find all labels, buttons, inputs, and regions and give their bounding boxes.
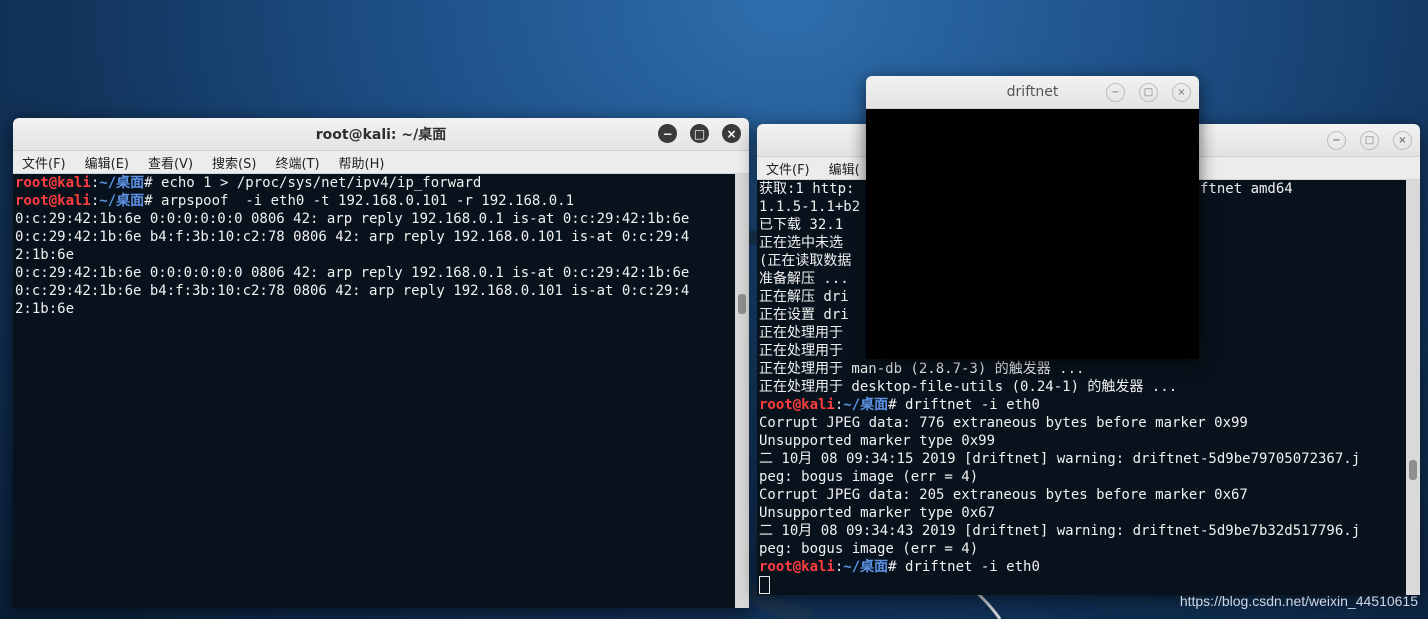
terminal-line — [759, 576, 1406, 594]
text-cursor — [759, 576, 770, 594]
minimize-button[interactable]: − — [658, 124, 677, 143]
maximize-button[interactable]: □ — [1360, 131, 1379, 150]
scrollbar-thumb[interactable] — [1409, 460, 1417, 480]
terminal-line: 0:c:29:42:1b:6e b4:f:3b:10:c2:78 0806 42… — [15, 229, 690, 245]
maximize-button[interactable]: □ — [690, 124, 709, 143]
terminal-line: root@kali:~/桌面# driftnet -i eth0 — [759, 396, 1406, 414]
minimize-button[interactable]: − — [1106, 83, 1125, 102]
command-text: # driftnet -i eth0 — [888, 397, 1040, 413]
prompt-user: root@kali — [759, 559, 835, 575]
prompt-user: root@kali — [15, 175, 91, 191]
close-button[interactable]: × — [1393, 131, 1412, 150]
menu-edit[interactable]: 编辑(E) — [84, 153, 130, 172]
terminal-line: 0:c:29:42:1b:6e b4:f:3b:10:c2:78 0806 42… — [15, 283, 690, 299]
minimize-button[interactable]: − — [1327, 131, 1346, 150]
prompt-path: ~/桌面 — [843, 397, 889, 413]
terminal-line: peg: bogus image (err = 4) — [759, 469, 979, 485]
close-icon: × — [1398, 134, 1407, 146]
menu-help[interactable]: 帮助(H) — [338, 153, 386, 172]
terminal-line: 二 10月 08 09:34:15 2019 [driftnet] warnin… — [759, 451, 1361, 467]
terminal-line: Corrupt JPEG data: 776 extraneous bytes … — [759, 415, 1248, 431]
terminal-line: 正在处理用于 desktop-file-utils (0.24-1) 的触发器 … — [759, 379, 1178, 395]
minimize-icon: − — [662, 126, 673, 141]
terminal-line: root@kali:~/桌面# echo 1 > /proc/sys/net/i… — [15, 174, 735, 192]
terminal-line: 正在处理用于 man-db (2.8.7-3) 的触发器 ... — [759, 361, 1085, 377]
menu-search[interactable]: 搜索(S) — [211, 153, 257, 172]
close-icon: × — [1177, 86, 1186, 98]
menu-terminal[interactable]: 终端(T) — [274, 153, 320, 172]
command-text: # arpspoof -i eth0 -t 192.168.0.101 -r 1… — [144, 193, 575, 209]
maximize-button[interactable]: □ — [1139, 83, 1158, 102]
left-terminal-window: root@kali: ~/桌面 − □ × 文件(F) 编辑(E) 查看(V) … — [13, 118, 749, 608]
menu-file[interactable]: 文件(F) — [21, 153, 67, 172]
terminal-line: Corrupt JPEG data: 205 extraneous bytes … — [759, 487, 1248, 503]
minimize-icon: − — [1111, 86, 1120, 98]
left-terminal-scrollbar[interactable] — [735, 174, 749, 608]
maximize-icon: □ — [1364, 134, 1375, 146]
menu-file[interactable]: 文件(F) — [765, 159, 811, 178]
scrollbar-thumb[interactable] — [738, 294, 746, 314]
driftnet-image-area[interactable] — [866, 109, 1199, 359]
prompt-path: ~/桌面 — [99, 175, 145, 191]
command-text: # driftnet -i eth0 — [888, 559, 1040, 575]
minimize-icon: − — [1332, 134, 1341, 146]
driftnet-window: driftnet − □ × — [866, 76, 1199, 359]
terminal-line: peg: bogus image (err = 4) — [759, 541, 979, 557]
terminal-line: 0:c:29:42:1b:6e 0:0:0:0:0:0 0806 42: arp… — [15, 211, 690, 227]
prompt-path: ~/桌面 — [99, 193, 145, 209]
prompt-user: root@kali — [759, 397, 835, 413]
terminal-line: Unsupported marker type 0x67 — [759, 505, 996, 521]
terminal-line: Unsupported marker type 0x99 — [759, 433, 996, 449]
left-terminal-titlebar[interactable]: root@kali: ~/桌面 − □ × — [13, 118, 749, 151]
prompt-path: ~/桌面 — [843, 559, 889, 575]
terminal-line: 2:1b:6e — [15, 247, 75, 263]
menu-view[interactable]: 查看(V) — [147, 153, 194, 172]
terminal-line: 2:1b:6e — [15, 301, 75, 317]
menu-edit[interactable]: 编辑( — [828, 159, 861, 178]
maximize-icon: □ — [1143, 86, 1154, 98]
close-icon: × — [726, 126, 737, 141]
right-terminal-scrollbar[interactable] — [1406, 180, 1420, 595]
maximize-icon: □ — [693, 126, 706, 141]
command-text: # echo 1 > /proc/sys/net/ipv4/ip_forward — [144, 175, 482, 191]
window-title: root@kali: ~/桌面 — [315, 127, 447, 143]
left-terminal-menubar: 文件(F) 编辑(E) 查看(V) 搜索(S) 终端(T) 帮助(H) — [13, 151, 749, 174]
terminal-line: root@kali:~/桌面# arpspoof -i eth0 -t 192.… — [15, 192, 735, 210]
prompt-user: root@kali — [15, 193, 91, 209]
left-terminal-output[interactable]: root@kali:~/桌面# echo 1 > /proc/sys/net/i… — [13, 174, 735, 608]
terminal-line: 二 10月 08 09:34:43 2019 [driftnet] warnin… — [759, 523, 1361, 539]
window-title: driftnet — [1006, 84, 1059, 100]
terminal-line: 0:c:29:42:1b:6e 0:0:0:0:0:0 0806 42: arp… — [15, 265, 690, 281]
driftnet-titlebar[interactable]: driftnet − □ × — [866, 76, 1199, 109]
watermark: https://blog.csdn.net/weixin_44510615 — [1179, 593, 1418, 609]
close-button[interactable]: × — [1172, 83, 1191, 102]
terminal-line: root@kali:~/桌面# driftnet -i eth0 — [759, 558, 1406, 576]
close-button[interactable]: × — [722, 124, 741, 143]
